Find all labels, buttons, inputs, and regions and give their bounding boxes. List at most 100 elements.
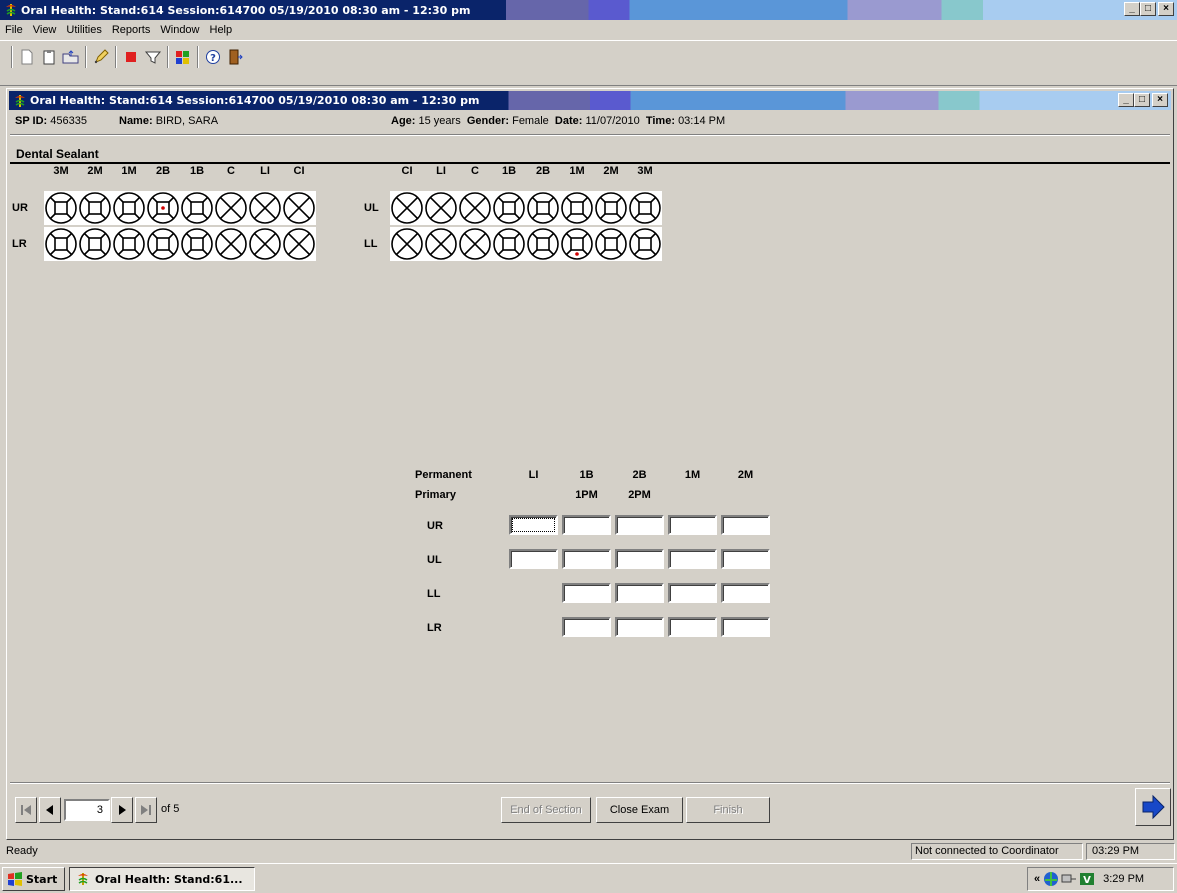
tooth-lr-1m[interactable] <box>112 227 146 261</box>
filter-icon[interactable] <box>142 46 164 68</box>
tooth-ll-c[interactable] <box>458 227 492 261</box>
tooth-ll-3m[interactable] <box>628 227 662 261</box>
previous-page-button[interactable] <box>39 797 61 823</box>
tooth-ur-1m[interactable] <box>112 191 146 225</box>
close-exam-button[interactable]: Close Exam <box>596 797 683 823</box>
clipboard-icon[interactable] <box>38 46 60 68</box>
menu-reports[interactable]: Reports <box>107 24 156 36</box>
input-ur-2b[interactable] <box>615 515 664 535</box>
edit-pencil-icon[interactable] <box>90 46 112 68</box>
tooth-surface-icon <box>595 192 627 224</box>
child-title-bar[interactable]: Oral Health: Stand:614 Session:614700 05… <box>9 91 1171 110</box>
tooth-surface-icon <box>561 192 593 224</box>
tooth-ul-ci[interactable] <box>390 191 424 225</box>
tooth-lr-c[interactable] <box>214 227 248 261</box>
help-icon[interactable]: ? <box>202 46 224 68</box>
input-ll-2m[interactable] <box>721 583 770 603</box>
main-title-bar[interactable]: Oral Health: Stand:614 Session:614700 05… <box>0 0 1177 20</box>
child-close-button[interactable]: × <box>1152 93 1168 107</box>
input-ur-2m[interactable] <box>721 515 770 535</box>
child-maximize-button[interactable]: □ <box>1134 93 1150 107</box>
network-globe-icon[interactable] <box>1043 871 1059 887</box>
gender-value: Female <box>512 115 549 127</box>
color-palette-icon[interactable] <box>172 46 194 68</box>
menu-help[interactable]: Help <box>205 24 238 36</box>
tooth-ll-1b[interactable] <box>492 227 526 261</box>
tooth-ll-ci[interactable] <box>390 227 424 261</box>
page-number-input[interactable]: 3 <box>64 799 110 821</box>
tray-expand-icon[interactable]: « <box>1034 873 1040 885</box>
taskbar-oral-health[interactable]: Oral Health: Stand:61... <box>69 867 255 891</box>
open-folder-icon[interactable] <box>60 46 82 68</box>
tooth-ur-c[interactable] <box>214 191 248 225</box>
menu-file[interactable]: File <box>0 24 28 36</box>
status-connection: Not connected to Coordinator <box>911 843 1083 860</box>
windows-logo-icon <box>8 872 22 886</box>
tooth-surface-icon <box>79 192 111 224</box>
close-button[interactable]: × <box>1158 2 1174 16</box>
tooth-ur-2m[interactable] <box>78 191 112 225</box>
tooth-ur-3m[interactable] <box>44 191 78 225</box>
tooth-ur-li[interactable] <box>248 191 282 225</box>
tooth-ll-2m[interactable] <box>594 227 628 261</box>
input-ul-2b[interactable] <box>615 549 664 569</box>
grid-row-label-lr: LR <box>427 622 442 634</box>
tooth-ul-1m[interactable] <box>560 191 594 225</box>
input-ll-1b[interactable] <box>562 583 611 603</box>
shield-security-icon[interactable]: V <box>1079 871 1095 887</box>
tooth-surface-icon <box>493 192 525 224</box>
next-page-button[interactable] <box>111 797 133 823</box>
menu-window[interactable]: Window <box>155 24 204 36</box>
last-page-button[interactable] <box>135 797 157 823</box>
input-ur-1m[interactable] <box>668 515 717 535</box>
date-value: 11/07/2010 <box>585 115 640 127</box>
input-ll-1m[interactable] <box>668 583 717 603</box>
input-lr-1b[interactable] <box>562 617 611 637</box>
next-section-button[interactable] <box>1135 788 1171 826</box>
input-ur-1b[interactable] <box>562 515 611 535</box>
tooth-ul-2m[interactable] <box>594 191 628 225</box>
tooth-lr-1b[interactable] <box>180 227 214 261</box>
tooth-ur-1b[interactable] <box>180 191 214 225</box>
input-ul-1b[interactable] <box>562 549 611 569</box>
new-document-icon[interactable] <box>16 46 38 68</box>
input-ul-li[interactable] <box>509 549 558 569</box>
status-time: 03:29 PM <box>1086 843 1175 860</box>
tooth-ul-c[interactable] <box>458 191 492 225</box>
grid-col-1m: 1M <box>684 469 701 481</box>
first-page-button[interactable] <box>15 797 37 823</box>
input-lr-1m[interactable] <box>668 617 717 637</box>
finish-button[interactable]: Finish <box>686 797 770 823</box>
tooth-ll-1m[interactable] <box>560 227 594 261</box>
tooth-lr-2b[interactable] <box>146 227 180 261</box>
network-connection-icon[interactable] <box>1061 871 1077 887</box>
minimize-button[interactable]: _ <box>1124 2 1140 16</box>
end-of-section-button[interactable]: End of Section <box>501 797 591 823</box>
tooth-lr-li[interactable] <box>248 227 282 261</box>
tooth-ur-ci[interactable] <box>282 191 316 225</box>
stop-icon[interactable] <box>120 46 142 68</box>
exit-door-icon[interactable] <box>224 46 246 68</box>
tooth-ll-2b[interactable] <box>526 227 560 261</box>
input-lr-2b[interactable] <box>615 617 664 637</box>
input-ul-1m[interactable] <box>668 549 717 569</box>
tooth-ll-li[interactable] <box>424 227 458 261</box>
tooth-ul-3m[interactable] <box>628 191 662 225</box>
tooth-ul-1b[interactable] <box>492 191 526 225</box>
tooth-lr-ci[interactable] <box>282 227 316 261</box>
tooth-ul-2b[interactable] <box>526 191 560 225</box>
child-minimize-button[interactable]: _ <box>1118 93 1134 107</box>
input-lr-2m[interactable] <box>721 617 770 637</box>
maximize-button[interactable]: □ <box>1140 2 1156 16</box>
tooth-ul-li[interactable] <box>424 191 458 225</box>
input-ul-2m[interactable] <box>721 549 770 569</box>
col-header-ur-2b: 2B <box>155 165 171 177</box>
tooth-lr-2m[interactable] <box>78 227 112 261</box>
input-ll-2b[interactable] <box>615 583 664 603</box>
start-button[interactable]: Start <box>2 867 65 891</box>
menu-view[interactable]: View <box>28 24 62 36</box>
input-ur-li[interactable] <box>509 515 558 535</box>
tooth-ur-2b[interactable] <box>146 191 180 225</box>
menu-utilities[interactable]: Utilities <box>61 24 106 36</box>
tooth-lr-3m[interactable] <box>44 227 78 261</box>
